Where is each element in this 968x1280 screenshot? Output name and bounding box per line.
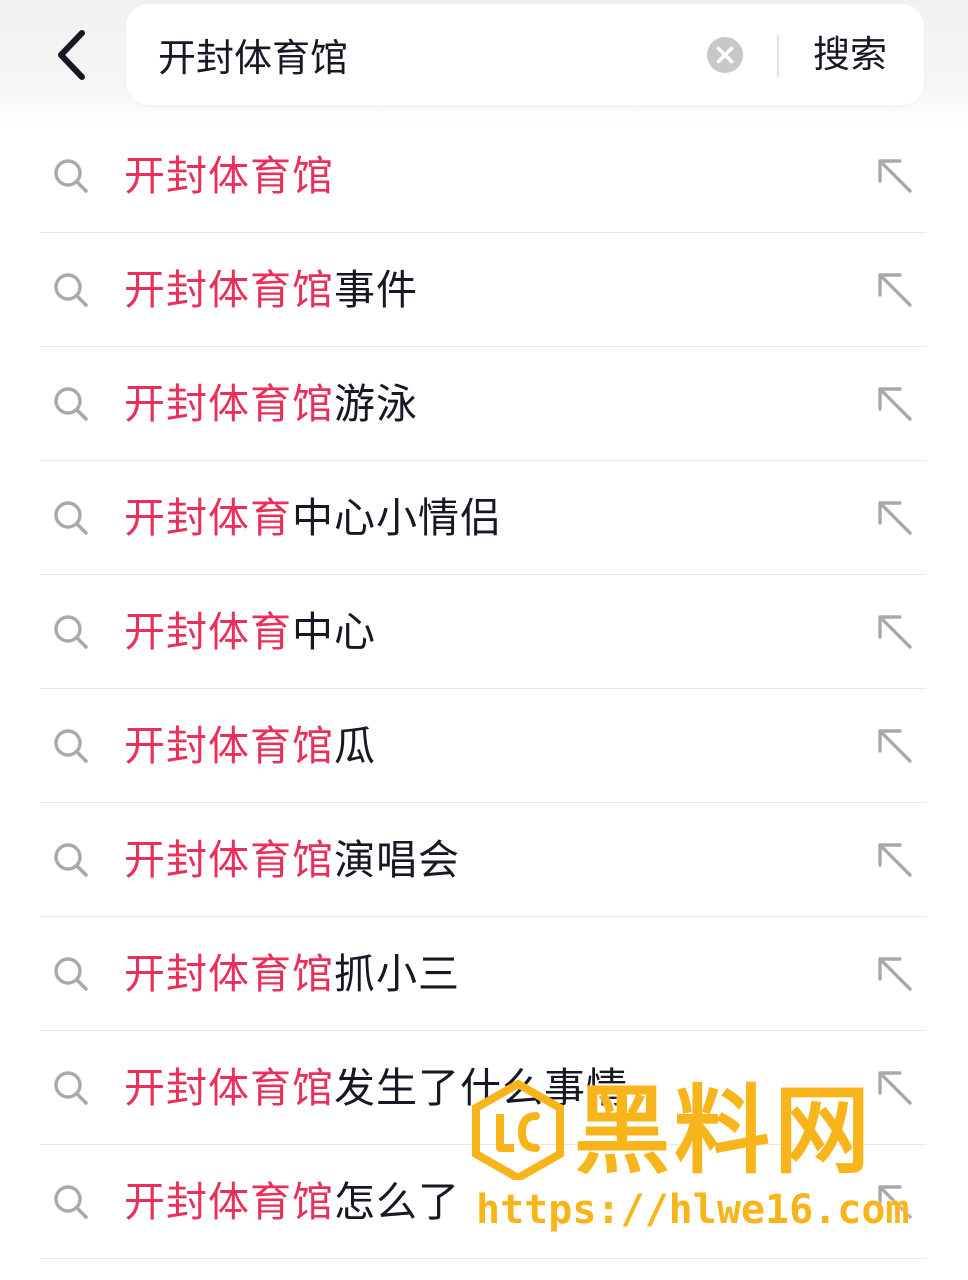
suggestion-rest: 事件: [334, 266, 418, 314]
search-icon: [54, 843, 88, 877]
suggestion-highlight: 开封体育馆: [124, 152, 334, 200]
suggestion-text: 开封体育馆瓜: [124, 689, 376, 803]
suggestion-item[interactable]: 开封体育馆抓小三: [40, 917, 926, 1031]
suggestion-text: 开封体育馆发生了什么事情: [124, 1031, 628, 1145]
suggestion-rest: 游泳: [334, 380, 418, 428]
search-icon: [54, 1185, 88, 1219]
suggestion-highlight: 开封体育馆: [124, 266, 334, 314]
suggestion-text: 开封体育馆抓小三: [124, 917, 460, 1031]
search-header: 搜索: [0, 0, 968, 128]
suggestion-item[interactable]: 开封体育中心小情侣: [40, 461, 926, 575]
search-icon: [54, 615, 88, 649]
search-icon: [54, 273, 88, 307]
arrow-up-left-icon[interactable]: [874, 269, 916, 311]
search-icon: [54, 729, 88, 763]
suggestion-item[interactable]: 开封体育馆游泳: [40, 347, 926, 461]
suggestion-highlight: 开封体育馆: [124, 836, 334, 884]
search-icon: [54, 1071, 88, 1105]
search-icon: [54, 387, 88, 421]
arrow-up-left-icon[interactable]: [874, 1181, 916, 1223]
suggestion-item[interactable]: 开封体育馆瓜: [40, 689, 926, 803]
arrow-up-left-icon[interactable]: [874, 383, 916, 425]
suggestion-rest: 瓜: [334, 722, 376, 770]
suggestion-item[interactable]: 开封体育馆: [40, 119, 926, 233]
search-divider: [777, 35, 779, 77]
suggestion-item[interactable]: 开封体育馆事件: [40, 233, 926, 347]
suggestion-item[interactable]: 开封体育馆发生了什么事情: [40, 1031, 926, 1145]
suggestion-highlight: 开封体育馆: [124, 380, 334, 428]
arrow-up-left-icon[interactable]: [874, 725, 916, 767]
search-input[interactable]: [158, 4, 678, 105]
search-box: 搜索: [126, 4, 924, 105]
arrow-up-left-icon[interactable]: [874, 1067, 916, 1109]
arrow-up-left-icon[interactable]: [874, 839, 916, 881]
chevron-left-icon: [58, 30, 85, 80]
suggestion-rest: 中心小情侣: [292, 494, 502, 542]
suggestion-rest: 怎么了: [334, 1178, 460, 1226]
suggestion-text: 开封体育馆游泳: [124, 347, 418, 461]
suggestion-text: 开封体育馆: [124, 119, 334, 233]
search-icon: [54, 501, 88, 535]
suggestion-highlight: 开封体育馆: [124, 950, 334, 998]
suggestion-text: 开封体育中心小情侣: [124, 461, 502, 575]
suggestion-highlight: 开封体育: [124, 608, 292, 656]
back-button[interactable]: [40, 20, 104, 90]
suggestion-rest: 抓小三: [334, 950, 460, 998]
search-icon: [54, 159, 88, 193]
suggestion-rest: 演唱会: [334, 836, 460, 884]
suggestion-item[interactable]: 开封体育中心: [40, 575, 926, 689]
arrow-up-left-icon[interactable]: [874, 155, 916, 197]
suggestion-item[interactable]: 开封体育馆演唱会: [40, 803, 926, 917]
suggestion-highlight: 开封体育馆: [124, 722, 334, 770]
suggestion-highlight: 开封体育馆: [124, 1178, 334, 1226]
search-button[interactable]: 搜索: [794, 4, 906, 105]
suggestion-text: 开封体育馆演唱会: [124, 803, 460, 917]
arrow-up-left-icon[interactable]: [874, 611, 916, 653]
suggestion-rest: 中心: [292, 608, 376, 656]
suggestion-list: 开封体育馆 开封体育馆事件 开封体育馆游泳 开封体育中心小情侣 开封体育中心 开封体育馆瓜…: [40, 119, 926, 1259]
suggestion-text: 开封体育馆事件: [124, 233, 418, 347]
suggestion-rest: 发生了什么事情: [334, 1064, 628, 1112]
suggestion-text: 开封体育中心: [124, 575, 376, 689]
suggestion-highlight: 开封体育馆: [124, 1064, 334, 1112]
suggestion-highlight: 开封体育: [124, 494, 292, 542]
search-suggestion-page: 搜索 开封体育馆开封体育馆事件开封体育馆游泳开封体育中心小情侣开封体育中心开封体…: [0, 0, 968, 1280]
clear-circle-icon[interactable]: [706, 36, 744, 74]
suggestion-text: 开封体育馆怎么了: [124, 1145, 460, 1259]
arrow-up-left-icon[interactable]: [874, 953, 916, 995]
arrow-up-left-icon[interactable]: [874, 497, 916, 539]
search-icon: [54, 957, 88, 991]
suggestion-item[interactable]: 开封体育馆怎么了: [40, 1145, 926, 1259]
